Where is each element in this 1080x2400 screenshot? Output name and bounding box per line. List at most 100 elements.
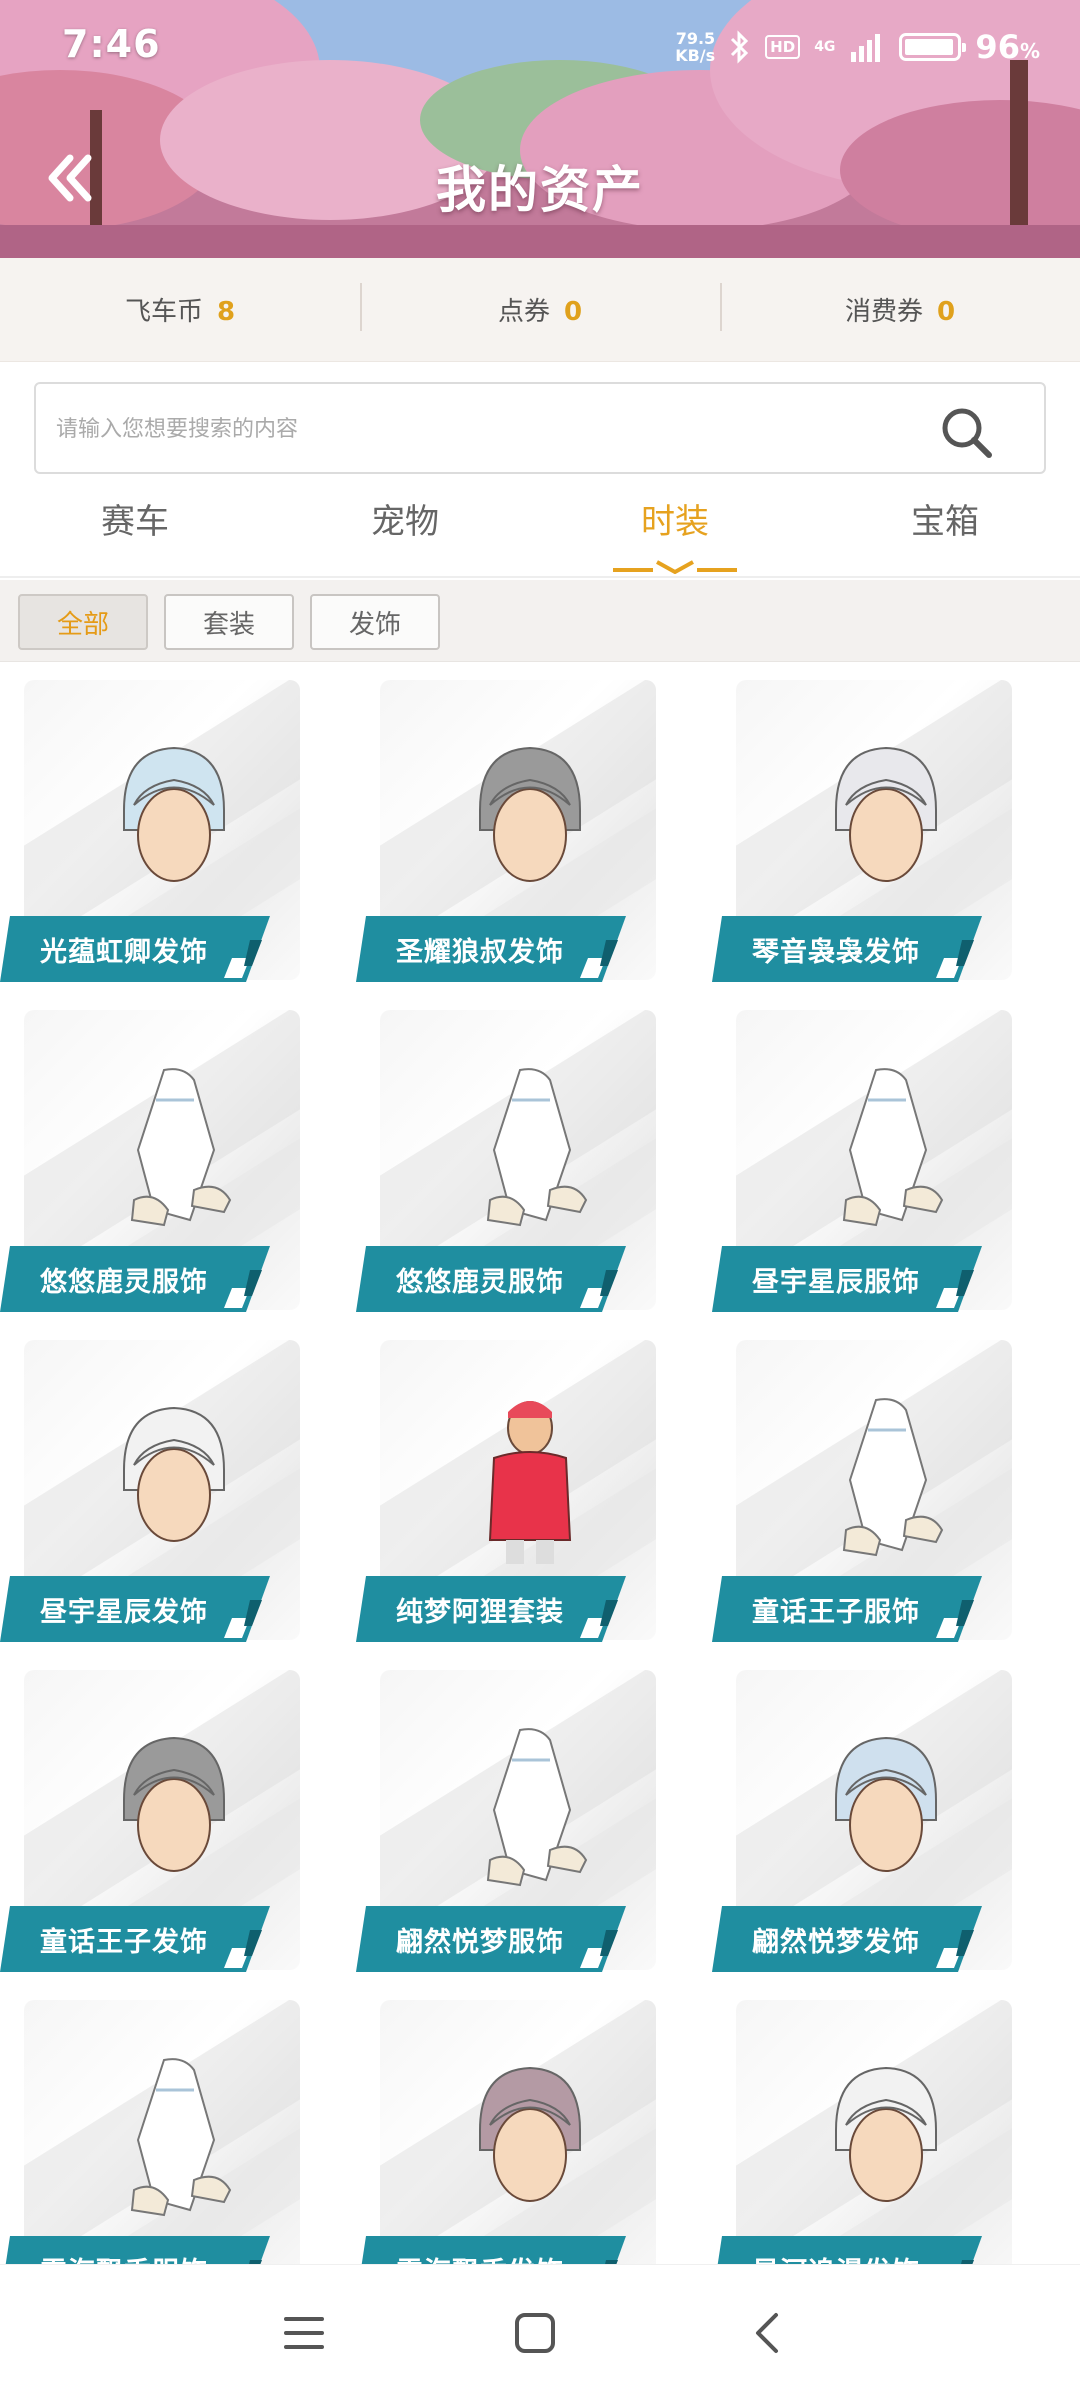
item-name-plate: 雪海飘香发饰 <box>356 2234 626 2264</box>
tab-racecar[interactable]: 赛车 <box>0 482 270 576</box>
outfit-thumbnail <box>130 1068 232 1227</box>
item-card[interactable]: 琴音袅袅发饰 <box>712 680 1012 990</box>
network-speed: 79.5 KB/s <box>675 30 715 64</box>
item-name-plate: 童话王子服饰 <box>712 1574 982 1644</box>
item-card[interactable]: 雪海飘香发饰 <box>356 2000 656 2264</box>
item-card[interactable]: 翩然悦梦发饰 <box>712 1670 1012 1980</box>
currency-bar: 飞车币 8 点券 0 消费券 0 <box>0 258 1080 362</box>
tab-pet[interactable]: 宠物 <box>270 482 540 576</box>
item-name-plate: 童话王子发饰 <box>0 1904 270 1974</box>
currency-points: 点券 0 <box>360 283 720 331</box>
category-tabs: 赛车 宠物 时装 宝箱 <box>0 482 1080 578</box>
item-card[interactable]: 翩然悦梦服饰 <box>356 1670 656 1980</box>
item-card[interactable]: 圣耀狼叔发饰 <box>356 680 656 990</box>
item-card[interactable]: 昼宇星辰发饰 <box>0 1340 300 1650</box>
hair-accessory-thumbnail <box>835 746 937 882</box>
bluetooth-icon <box>731 30 749 64</box>
battery-level-fill <box>905 39 954 55</box>
item-card[interactable]: 星河追漫发饰 <box>712 2000 1012 2264</box>
hair-accessory-thumbnail <box>123 746 225 882</box>
item-name: 星河追漫发饰 <box>752 2250 920 2264</box>
tab-fashion[interactable]: 时装 <box>540 482 810 576</box>
item-name-plate: 翩然悦梦发饰 <box>712 1904 982 1974</box>
currency-vouchers: 消费券 0 <box>720 283 1080 331</box>
currency-feiche-coin: 飞车币 8 <box>0 291 360 328</box>
search-input[interactable] <box>56 404 916 454</box>
outfit-thumbnail <box>486 1068 588 1227</box>
filter-suits[interactable]: 套装 <box>164 594 294 650</box>
filter-hair-accessories[interactable]: 发饰 <box>310 594 440 650</box>
item-name: 光蕴虹卿发饰 <box>40 937 208 968</box>
currency-label: 消费券 <box>844 297 923 327</box>
battery-percent: 96% <box>975 28 1040 66</box>
item-name-plate: 琴音袅袅发饰 <box>712 914 982 984</box>
back-chevron-icon[interactable] <box>738 2303 798 2363</box>
item-name-plate: 雪海飘香服饰 <box>0 2234 270 2264</box>
item-name: 昼宇星辰服饰 <box>752 1267 920 1298</box>
item-card[interactable]: 纯梦阿狸套装 <box>356 1340 656 1650</box>
outfit-thumbnail <box>130 2058 232 2217</box>
item-name: 琴音袅袅发饰 <box>752 937 920 968</box>
signal-icon <box>851 34 881 62</box>
item-name-plate: 星河追漫发饰 <box>712 2234 982 2264</box>
currency-label: 点券 <box>497 297 550 327</box>
filter-all[interactable]: 全部 <box>18 594 148 650</box>
network-speed-value: 79.5 <box>675 29 716 48</box>
item-card[interactable]: 童话王子发饰 <box>0 1670 300 1980</box>
hd-badge: HD <box>765 35 801 59</box>
status-bar: 7:46 79.5 KB/s HD 4G 96% <box>0 0 1080 90</box>
hair-accessory-thumbnail <box>123 1406 225 1542</box>
hair-accessory-thumbnail <box>479 2066 581 2202</box>
item-name: 雪海飘香发饰 <box>396 2250 564 2264</box>
item-name-plate: 悠悠鹿灵服饰 <box>0 1244 270 1314</box>
battery-icon <box>899 33 967 61</box>
hair-accessory-thumbnail <box>835 2066 937 2202</box>
item-name: 雪海飘香服饰 <box>40 2250 208 2264</box>
currency-value: 0 <box>936 297 956 327</box>
item-name-plate: 翩然悦梦服饰 <box>356 1904 626 1974</box>
item-card[interactable]: 昼宇星辰服饰 <box>712 1010 1012 1320</box>
currency-label: 飞车币 <box>124 297 203 327</box>
tab-label: 赛车 <box>101 502 169 542</box>
tab-label: 时装 <box>641 502 709 542</box>
item-name: 昼宇星辰发饰 <box>40 1597 208 1628</box>
item-name-plate: 悠悠鹿灵服饰 <box>356 1244 626 1314</box>
item-name: 悠悠鹿灵服饰 <box>396 1267 564 1298</box>
item-name-plate: 光蕴虹卿发饰 <box>0 914 270 984</box>
outfit-thumbnail <box>842 1398 944 1557</box>
item-card[interactable]: 童话王子服饰 <box>712 1340 1012 1650</box>
item-card[interactable]: 悠悠鹿灵服饰 <box>0 1010 300 1320</box>
item-name: 翩然悦梦发饰 <box>752 1927 920 1958</box>
battery-percent-unit: % <box>1019 39 1040 63</box>
item-card[interactable]: 雪海飘香服饰 <box>0 2000 300 2264</box>
currency-value: 0 <box>563 297 583 327</box>
hair-accessory-thumbnail <box>123 1736 225 1872</box>
tab-treasure-box[interactable]: 宝箱 <box>810 482 1080 576</box>
item-name: 翩然悦梦服饰 <box>396 1927 564 1958</box>
item-name: 悠悠鹿灵服饰 <box>40 1267 208 1298</box>
page-title: 我的资产 <box>436 161 644 219</box>
item-name-plate: 昼宇星辰发饰 <box>0 1574 270 1644</box>
assets-page: 7:46 79.5 KB/s HD 4G 96% 我的资产 飞车币 8 点券 0… <box>0 0 1080 2400</box>
item-name-plate: 纯梦阿狸套装 <box>356 1574 626 1644</box>
tab-label: 宠物 <box>371 502 439 542</box>
home-square-icon[interactable] <box>505 2303 565 2363</box>
menu-icon[interactable] <box>274 2303 334 2363</box>
item-card[interactable]: 光蕴虹卿发饰 <box>0 680 300 990</box>
battery-percent-value: 96 <box>975 28 1020 66</box>
item-name-plate: 昼宇星辰服饰 <box>712 1244 982 1314</box>
fashion-item-grid: 光蕴虹卿发饰 圣耀狼叔发饰 琴音袅袅发饰 悠悠鹿灵服饰 悠悠鹿灵服饰 昼宇星辰服… <box>0 662 1080 2264</box>
suit-thumbnail <box>488 1401 572 1564</box>
search-box <box>34 382 1046 474</box>
network-speed-unit: KB/s <box>675 46 716 65</box>
system-navigation-bar <box>0 2264 1080 2400</box>
item-name-plate: 圣耀狼叔发饰 <box>356 914 626 984</box>
search-icon[interactable] <box>938 404 994 460</box>
filter-bar: 全部 套装 发饰 <box>0 580 1080 662</box>
item-name: 圣耀狼叔发饰 <box>396 937 564 968</box>
tab-label: 宝箱 <box>911 502 979 542</box>
active-tab-indicator <box>613 560 737 574</box>
network-type: 4G <box>814 39 836 55</box>
item-card[interactable]: 悠悠鹿灵服饰 <box>356 1010 656 1320</box>
outfit-thumbnail <box>842 1068 944 1227</box>
